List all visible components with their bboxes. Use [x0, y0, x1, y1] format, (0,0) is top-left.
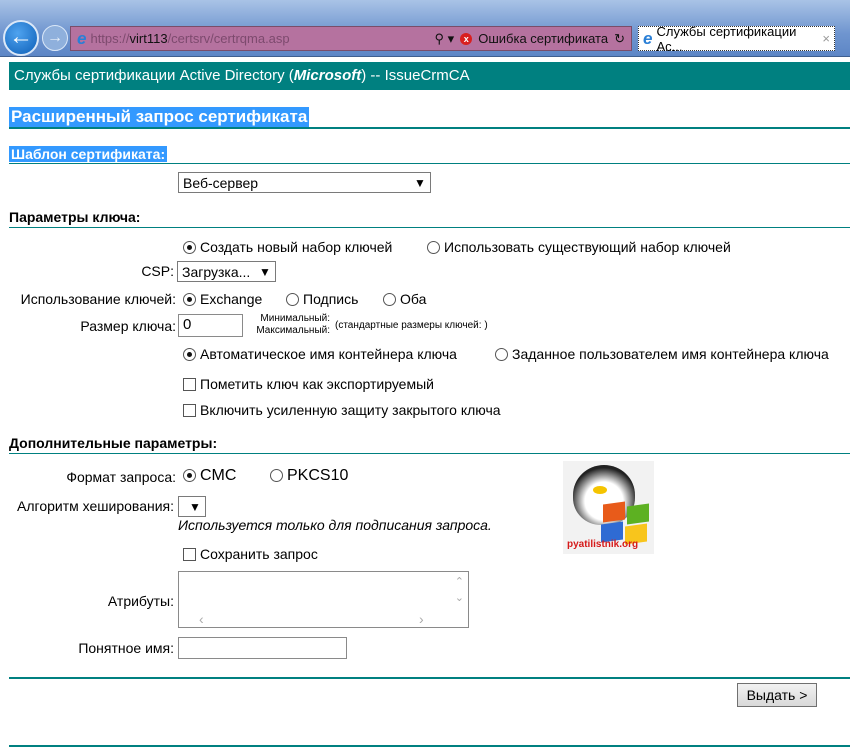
windows-flag-icon	[603, 501, 625, 523]
csp-value: Загрузка...	[182, 263, 251, 280]
label: Подпись	[303, 291, 359, 307]
radio-icon	[183, 469, 196, 482]
radio-icon	[427, 241, 440, 254]
watermark-text: pyatilistnik.org	[567, 539, 639, 550]
refresh-icon[interactable]: ↻	[614, 31, 625, 47]
cert-error[interactable]: Ошибка сертификата	[478, 31, 608, 46]
scroll-arrows-icon[interactable]: ⌃ ⌄	[455, 574, 464, 606]
search-icon[interactable]: ⚲ ▾	[435, 31, 455, 47]
chevron-down-icon: ▼	[189, 499, 201, 514]
usage-signature-radio[interactable]: Подпись	[286, 291, 358, 307]
header-brand: Microsoft	[293, 67, 362, 84]
radio-icon	[183, 293, 196, 306]
csp-select[interactable]: Загрузка... ▼	[177, 261, 276, 282]
submit-button[interactable]: Выдать >	[737, 683, 817, 707]
std-sizes: (стандартные размеры ключей: )	[335, 320, 488, 331]
key-size-input[interactable]: 0	[178, 314, 243, 337]
format-pkcs10-radio[interactable]: PKCS10	[270, 467, 348, 485]
max-label: Максимальный:	[256, 325, 330, 336]
page-header: Службы сертификации Active Directory (Mi…	[9, 62, 850, 90]
key-size-label: Размер ключа:	[80, 318, 176, 334]
friendly-name-input[interactable]	[178, 637, 347, 659]
label: Использовать существующий набор ключей	[444, 239, 731, 255]
chevron-down-icon: ▼	[414, 175, 426, 190]
watermark-logo: pyatilistnik.org	[563, 461, 654, 554]
label: Включить усиленную защиту закрытого ключ…	[200, 402, 501, 418]
header-text: Службы сертификации Active Directory (	[14, 67, 294, 84]
tab-title: Службы сертификации Ac...	[656, 23, 797, 54]
header-suffix: ) -- IssueCrmCA	[361, 67, 470, 84]
min-label: Минимальный:	[260, 313, 330, 324]
label: Пометить ключ как экспортируемый	[200, 376, 434, 392]
format-label: Формат запроса:	[66, 469, 176, 485]
label: Автоматическое имя контейнера ключа	[200, 346, 457, 362]
checkbox-icon	[183, 378, 196, 391]
save-request-checkbox[interactable]: Сохранить запрос	[183, 546, 318, 562]
label: CMC	[200, 467, 237, 484]
checkbox-icon	[183, 404, 196, 417]
penguin-beak	[593, 486, 607, 494]
scroll-right-icon[interactable]: ›	[419, 611, 424, 627]
usage-label: Использование ключей:	[20, 291, 176, 307]
close-tab-icon[interactable]: ×	[822, 31, 830, 46]
label: Заданное пользователем имя контейнера кл…	[512, 346, 829, 362]
browser-tab[interactable]: e Службы сертификации Ac... ×	[638, 23, 835, 54]
usage-both-radio[interactable]: Оба	[383, 291, 426, 307]
container-user-radio[interactable]: Заданное пользователем имя контейнера кл…	[495, 346, 829, 362]
radio-icon	[270, 469, 283, 482]
additional-heading: Дополнительные параметры:	[9, 435, 218, 451]
attributes-textarea[interactable]: ⌃ ⌄ ‹ ›	[178, 571, 469, 628]
url-path: /certsrv/certrqma.asp	[167, 31, 290, 46]
key-params-heading: Параметры ключа:	[9, 209, 141, 225]
keyset-new-radio[interactable]: Создать новый набор ключей	[183, 239, 392, 255]
windows-flag-green	[627, 503, 649, 525]
checkbox-icon	[183, 548, 196, 561]
radio-icon	[286, 293, 299, 306]
label: PKCS10	[287, 467, 349, 484]
url-host: virt113	[129, 31, 168, 46]
exportable-checkbox[interactable]: Пометить ключ как экспортируемый	[183, 376, 434, 392]
radio-icon	[183, 348, 196, 361]
hash-select[interactable]: ▼	[178, 496, 206, 517]
keyset-existing-radio[interactable]: Использовать существующий набор ключей	[427, 239, 731, 255]
template-heading: Шаблон сертификата:	[9, 146, 168, 162]
template-select[interactable]: Веб-сервер ▼	[178, 172, 431, 193]
address-bar[interactable]: e https://virt113/certsrv/certrqma.asp ⚲…	[70, 26, 632, 51]
label: Сохранить запрос	[200, 546, 318, 562]
size-min-max: Минимальный: Максимальный:	[246, 313, 330, 337]
format-cmc-radio[interactable]: CMC	[183, 467, 236, 485]
divider	[9, 677, 850, 679]
radio-icon	[183, 241, 196, 254]
label: Создать новый набор ключей	[200, 239, 393, 255]
forward-button[interactable]: →	[42, 25, 68, 51]
divider	[9, 163, 850, 164]
hash-label: Алгоритм хеширования:	[17, 498, 174, 514]
radio-icon	[495, 348, 508, 361]
attributes-label: Атрибуты:	[107, 593, 174, 609]
back-button[interactable]: ←	[3, 20, 39, 56]
divider	[9, 127, 850, 129]
error-icon: x	[460, 32, 473, 45]
friendly-name-label: Понятное имя:	[78, 640, 174, 656]
page-title: Расширенный запрос сертификата	[9, 107, 310, 127]
label: Exchange	[200, 291, 263, 307]
divider	[9, 227, 850, 228]
url-scheme: https://	[90, 31, 130, 46]
scroll-left-icon[interactable]: ‹	[199, 611, 204, 627]
hash-note: Используется только для подписания запро…	[178, 517, 492, 533]
container-auto-radio[interactable]: Автоматическое имя контейнера ключа	[183, 346, 457, 362]
usage-exchange-radio[interactable]: Exchange	[183, 291, 262, 307]
ie-icon: e	[643, 28, 653, 48]
chevron-down-icon: ▼	[259, 264, 271, 279]
csp-label: CSP:	[141, 263, 174, 279]
radio-icon	[383, 293, 396, 306]
divider	[9, 453, 850, 454]
ie-icon: e	[77, 28, 87, 48]
strong-protection-checkbox[interactable]: Включить усиленную защиту закрытого ключ…	[183, 402, 501, 418]
divider	[9, 745, 850, 747]
template-value: Веб-сервер	[183, 174, 259, 191]
label: Оба	[400, 291, 427, 307]
